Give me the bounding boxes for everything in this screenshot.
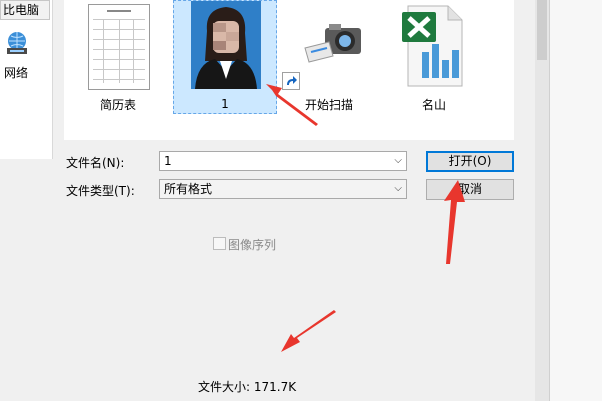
file-item-label: 简历表 bbox=[99, 98, 136, 112]
filename-label: 文件名(N): bbox=[66, 156, 125, 170]
cancel-button-label: 取消 bbox=[457, 182, 482, 196]
file-item-label: 开始扫描 bbox=[304, 98, 353, 112]
nav-item-network-label: 网络 bbox=[4, 66, 29, 80]
background-window bbox=[549, 0, 602, 401]
navigation-pane: 比电脑 网络 bbox=[0, 0, 53, 159]
scrollbar-thumb[interactable] bbox=[537, 0, 547, 60]
file-item-label: 名山 bbox=[421, 98, 446, 112]
chevron-down-icon[interactable]: ⌵ bbox=[394, 180, 402, 198]
file-list: 简历表 1 开始扫描 名山 bbox=[64, 0, 578, 140]
file-item-photo[interactable]: 1 bbox=[173, 0, 277, 114]
file-item-label: 1 bbox=[221, 97, 229, 111]
chevron-down-icon[interactable]: ⌵ bbox=[394, 152, 402, 170]
photo-thumbnail bbox=[191, 1, 261, 89]
scanner-icon bbox=[304, 24, 361, 63]
checkbox-box[interactable] bbox=[213, 237, 226, 250]
shortcut-arrow-icon bbox=[282, 72, 300, 90]
cancel-button[interactable]: 取消 bbox=[426, 179, 514, 200]
filetype-value: 所有格式 bbox=[164, 182, 213, 196]
document-thumbnail bbox=[88, 4, 150, 90]
image-sequence-checkbox[interactable]: 图像序列 bbox=[213, 236, 276, 253]
excel-file-icon bbox=[402, 5, 463, 87]
filetype-select[interactable]: 所有格式 ⌵ bbox=[159, 179, 407, 199]
open-button[interactable]: 打开(O) bbox=[426, 151, 514, 172]
window-scrollbar[interactable] bbox=[535, 0, 549, 401]
annotation-arrow-filesize bbox=[281, 310, 336, 352]
file-item-resume[interactable]: 简历表 bbox=[64, 0, 172, 114]
filetype-label: 文件类型(T): bbox=[66, 184, 135, 198]
file-item-excel[interactable]: 名山 bbox=[382, 0, 486, 114]
open-button-label: 打开(O) bbox=[448, 154, 492, 168]
nav-item-network[interactable]: 网络 bbox=[0, 30, 52, 80]
file-size-text: 文件大小: 171.7K bbox=[198, 380, 297, 394]
network-icon bbox=[7, 32, 27, 54]
nav-item-this-pc-label: 比电脑 bbox=[3, 3, 40, 17]
nav-item-this-pc[interactable]: 比电脑 bbox=[0, 0, 50, 20]
filename-value: 1 bbox=[164, 154, 172, 168]
image-sequence-label: 图像序列 bbox=[228, 238, 277, 252]
file-item-scanner[interactable]: 开始扫描 bbox=[279, 0, 379, 114]
filename-combobox[interactable]: 1 ⌵ bbox=[159, 151, 407, 171]
